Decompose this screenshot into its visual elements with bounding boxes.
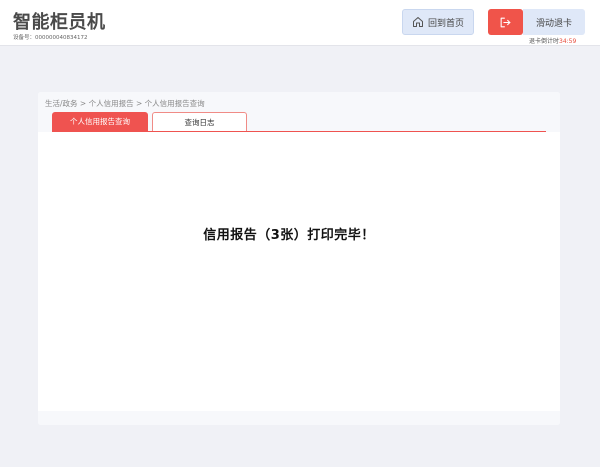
main-panel: 生活/政务 > 个人信用报告 > 个人信用报告查询 个人信用报告查询 查询日志 … — [38, 92, 560, 425]
breadcrumb: 生活/政务 > 个人信用报告 > 个人信用报告查询 — [45, 99, 205, 108]
countdown-label: 退卡倒计时 — [529, 38, 560, 45]
swipe-exit-label: 滑动退卡 — [535, 18, 572, 29]
exit-card-button[interactable] — [488, 9, 523, 35]
panel-footer — [38, 411, 560, 425]
home-icon — [412, 17, 423, 27]
tab-underline — [52, 131, 546, 132]
app-title: 智能柜员机 — [13, 12, 106, 33]
exit-icon — [500, 17, 511, 27]
print-complete-message: 信用报告（3张）打印完毕！ — [203, 228, 375, 243]
countdown-value: 34:59 — [559, 38, 577, 45]
header: 智能柜员机 设备号：000000040834172 回到首页 滑动退卡 退卡倒计… — [0, 0, 600, 46]
device-id: 设备号：000000040834172 — [13, 35, 88, 41]
tab-credit-report-query[interactable]: 个人信用报告查询 — [52, 112, 148, 131]
swipe-exit-button[interactable]: 滑动退卡 — [523, 9, 585, 35]
home-button[interactable]: 回到首页 — [402, 9, 474, 35]
countdown: 退卡倒计时34:59 — [529, 36, 576, 45]
tab-query-log[interactable]: 查询日志 — [152, 112, 247, 131]
home-button-label: 回到首页 — [427, 18, 464, 29]
